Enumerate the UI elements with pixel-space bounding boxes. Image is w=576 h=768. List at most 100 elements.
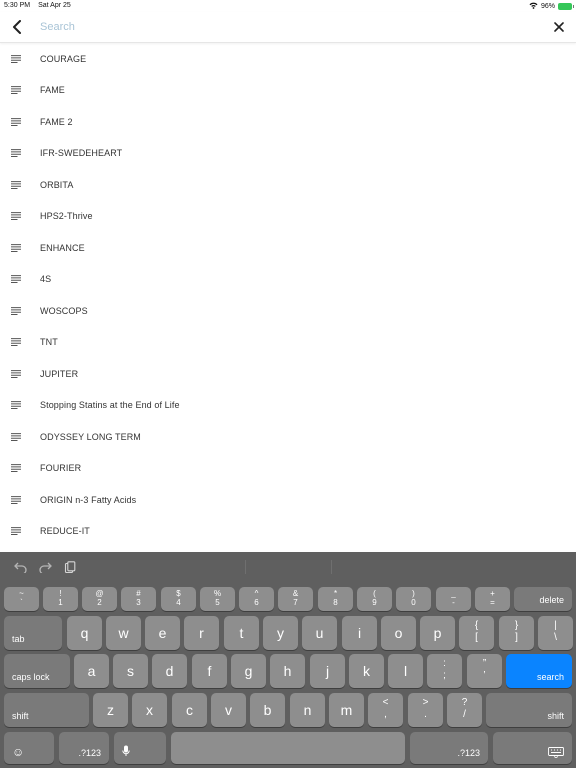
list-item-label: FOURIER xyxy=(40,463,82,474)
key-w[interactable]: w xyxy=(106,616,141,650)
key-e[interactable]: e xyxy=(145,616,180,650)
list-item[interactable]: COURAGE xyxy=(0,43,576,75)
list-item-label: FAME xyxy=(40,85,65,96)
key-label: .?123 xyxy=(457,748,480,758)
key-j[interactable]: j xyxy=(310,654,345,688)
shift-left-key[interactable]: shift xyxy=(4,693,89,727)
search-key[interactable]: search xyxy=(506,654,572,688)
numbers-key-left[interactable]: .?123 xyxy=(59,732,109,764)
list-item[interactable]: Stopping Statins at the End of Life xyxy=(0,390,576,422)
key-label: m xyxy=(340,702,353,718)
numbers-key-right[interactable]: .?123 xyxy=(410,732,488,764)
key-l[interactable]: l xyxy=(388,654,423,688)
list-item[interactable]: FOURIER xyxy=(0,453,576,485)
key-label: . xyxy=(424,709,427,720)
key-punct[interactable]: {[ xyxy=(459,616,494,650)
key-label: x xyxy=(146,702,153,718)
key-8[interactable]: * 8 xyxy=(318,587,353,611)
key-7[interactable]: & 7 xyxy=(278,587,313,611)
key-o[interactable]: o xyxy=(381,616,416,650)
list-item-label: TNT xyxy=(40,337,58,348)
key-s[interactable]: s xyxy=(113,654,148,688)
list-item[interactable]: FAME 2 xyxy=(0,106,576,138)
key-z[interactable]: z xyxy=(93,693,128,727)
list-item[interactable]: IFR-SWEDEHEART xyxy=(0,138,576,170)
key-c[interactable]: c xyxy=(172,693,207,727)
key-3[interactable]: #3 xyxy=(121,587,156,611)
key-6[interactable]: ^ 6 xyxy=(239,587,274,611)
key-label: delete xyxy=(539,595,564,605)
key-punct[interactable]: ”’ xyxy=(467,654,502,688)
list-item[interactable]: ODYSSEY LONG TERM xyxy=(0,421,576,453)
list-item[interactable]: TNT xyxy=(0,327,576,359)
key-`[interactable]: ~ ` xyxy=(4,587,39,611)
list-item[interactable]: REDUCE-IT xyxy=(0,516,576,548)
emoji-key[interactable]: ☺ xyxy=(4,732,54,764)
space-bar[interactable] xyxy=(171,732,405,764)
key-r[interactable]: r xyxy=(184,616,219,650)
list-item[interactable]: WOSCOPS xyxy=(0,295,576,327)
key-m[interactable]: m xyxy=(329,693,364,727)
key-x[interactable]: x xyxy=(132,693,167,727)
list-item[interactable]: HPS2-Thrive xyxy=(0,201,576,233)
key-t[interactable]: t xyxy=(224,616,259,650)
redo-button[interactable] xyxy=(37,560,53,574)
caps-lock-key[interactable]: caps lock xyxy=(4,654,70,688)
key-punct[interactable]: | \ xyxy=(538,616,573,650)
key-y[interactable]: y xyxy=(263,616,298,650)
undo-button[interactable] xyxy=(12,560,28,574)
list-item-label: REDUCE-IT xyxy=(40,526,90,537)
document-icon xyxy=(0,212,40,221)
key-punct[interactable]: <, xyxy=(368,693,403,727)
battery-percent: 96% xyxy=(540,3,555,10)
list-item[interactable]: FAME xyxy=(0,75,576,107)
key-a[interactable]: a xyxy=(74,654,109,688)
hide-keyboard-key[interactable] xyxy=(493,732,572,764)
key-n[interactable]: n xyxy=(290,693,325,727)
key-0[interactable]: ) 0 xyxy=(396,587,431,611)
list-item[interactable]: JUPITER xyxy=(0,358,576,390)
document-icon xyxy=(0,86,40,95)
key-punct[interactable]: >. xyxy=(408,693,443,727)
key-label: \ xyxy=(554,632,557,643)
list-item[interactable]: ORIGIN n-3 Fatty Acids xyxy=(0,484,576,516)
key-b[interactable]: b xyxy=(250,693,285,727)
key-label: v xyxy=(225,702,232,718)
key-p[interactable]: p xyxy=(420,616,455,650)
key-k[interactable]: k xyxy=(349,654,384,688)
list-item[interactable]: 4S xyxy=(0,264,576,296)
list-item[interactable]: ORBITA xyxy=(0,169,576,201)
key-g[interactable]: g xyxy=(231,654,266,688)
key-label-shift: ^ xyxy=(254,589,259,598)
delete-key[interactable]: delete xyxy=(514,587,572,611)
key--[interactable]: _ - xyxy=(436,587,471,611)
list-item[interactable]: ENHANCE xyxy=(0,232,576,264)
search-input[interactable] xyxy=(40,17,520,37)
paste-button[interactable] xyxy=(62,560,78,574)
key-punct[interactable]: ? / xyxy=(447,693,482,727)
shift-right-key[interactable]: shift xyxy=(486,693,572,727)
key-=[interactable]: + = xyxy=(475,587,510,611)
key-label-shift: + xyxy=(490,589,495,598)
key-u[interactable]: u xyxy=(302,616,337,650)
key-punct[interactable]: }] xyxy=(499,616,534,650)
clear-search-button[interactable] xyxy=(550,18,568,36)
tab-key[interactable]: tab xyxy=(4,616,62,650)
key-f[interactable]: f xyxy=(192,654,227,688)
key-1[interactable]: ! 1 xyxy=(43,587,78,611)
key-i[interactable]: i xyxy=(342,616,377,650)
back-button[interactable] xyxy=(8,18,26,36)
key-q[interactable]: q xyxy=(67,616,102,650)
key-label: j xyxy=(325,663,330,679)
dictation-key[interactable] xyxy=(114,732,166,764)
key-h[interactable]: h xyxy=(270,654,305,688)
key-v[interactable]: v xyxy=(211,693,246,727)
key-9[interactable]: (9 xyxy=(357,587,392,611)
key-d[interactable]: d xyxy=(152,654,187,688)
key-punct[interactable]: :; xyxy=(427,654,462,688)
key-label: e xyxy=(158,625,167,641)
key-4[interactable]: $4 xyxy=(161,587,196,611)
key-5[interactable]: % 5 xyxy=(200,587,235,611)
key-label: b xyxy=(263,702,272,718)
key-2[interactable]: @2 xyxy=(82,587,117,611)
